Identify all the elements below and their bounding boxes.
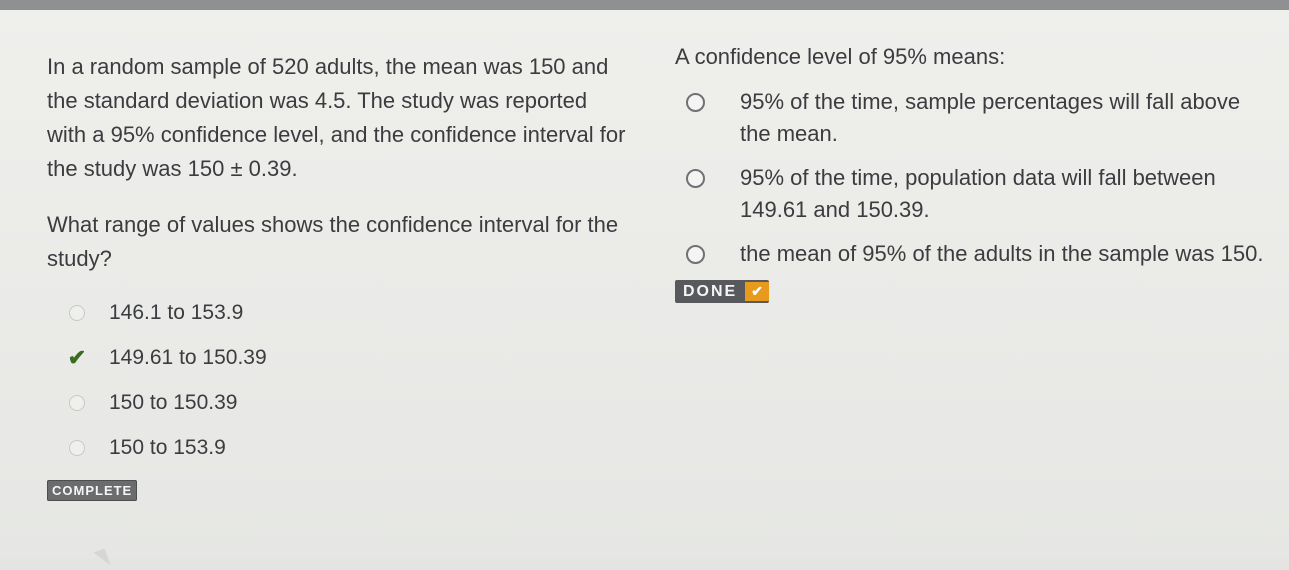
option-label: 95% of the time, sample percentages will… [740, 89, 1241, 146]
checkmark-icon: ✔ [67, 344, 87, 370]
radio-button[interactable] [57, 298, 97, 328]
radio-button[interactable] [686, 245, 705, 264]
question-1-option-2[interactable]: ✔ 149.61 to 150.39 [47, 335, 627, 380]
question-1-text: What range of values shows the confidenc… [47, 212, 619, 271]
question-2: A confidence level of 95% means: 95% of … [675, 40, 1275, 303]
window-top-bar [0, 0, 1289, 10]
option-label: 150 to 150.39 [109, 390, 238, 414]
done-label: DONE [683, 282, 738, 300]
option-label: 150 to 153.9 [109, 435, 226, 459]
radio-button[interactable] [57, 433, 97, 463]
question-2-option-2[interactable]: 95% of the time, population data will fa… [675, 162, 1275, 226]
radio-button[interactable] [686, 93, 705, 112]
question-2-option-1[interactable]: 95% of the time, sample percentages will… [675, 86, 1275, 150]
option-label: 146.1 to 153.9 [109, 300, 244, 324]
option-label: 95% of the time, population data will fa… [740, 165, 1216, 222]
mouse-cursor-icon [93, 548, 111, 570]
check-icon: ✔ [745, 282, 769, 301]
question-1-options: 146.1 to 153.9 ✔ 149.61 to 150.39 150 to… [47, 290, 627, 470]
question-1-option-3[interactable]: 150 to 150.39 [47, 380, 627, 425]
question-2-option-3[interactable]: the mean of 95% of the adults in the sam… [675, 238, 1275, 270]
question-1-prompt: In a random sample of 520 adults, the me… [47, 54, 626, 181]
question-1: In a random sample of 520 adults, the me… [47, 50, 627, 501]
question-1-option-1[interactable]: 146.1 to 153.9 [47, 290, 627, 335]
question-2-prompt: A confidence level of 95% means: [675, 44, 1006, 69]
option-label: the mean of 95% of the adults in the sam… [740, 241, 1264, 266]
radio-button[interactable] [686, 169, 705, 188]
question-1-option-4[interactable]: 150 to 153.9 [47, 425, 627, 470]
done-button[interactable]: DONE ✔ [675, 280, 769, 303]
option-label: 149.61 to 150.39 [109, 345, 267, 369]
complete-badge: COMPLETE [47, 480, 138, 501]
quiz-page: In a random sample of 520 adults, the me… [0, 10, 1289, 570]
radio-button[interactable] [57, 388, 97, 418]
